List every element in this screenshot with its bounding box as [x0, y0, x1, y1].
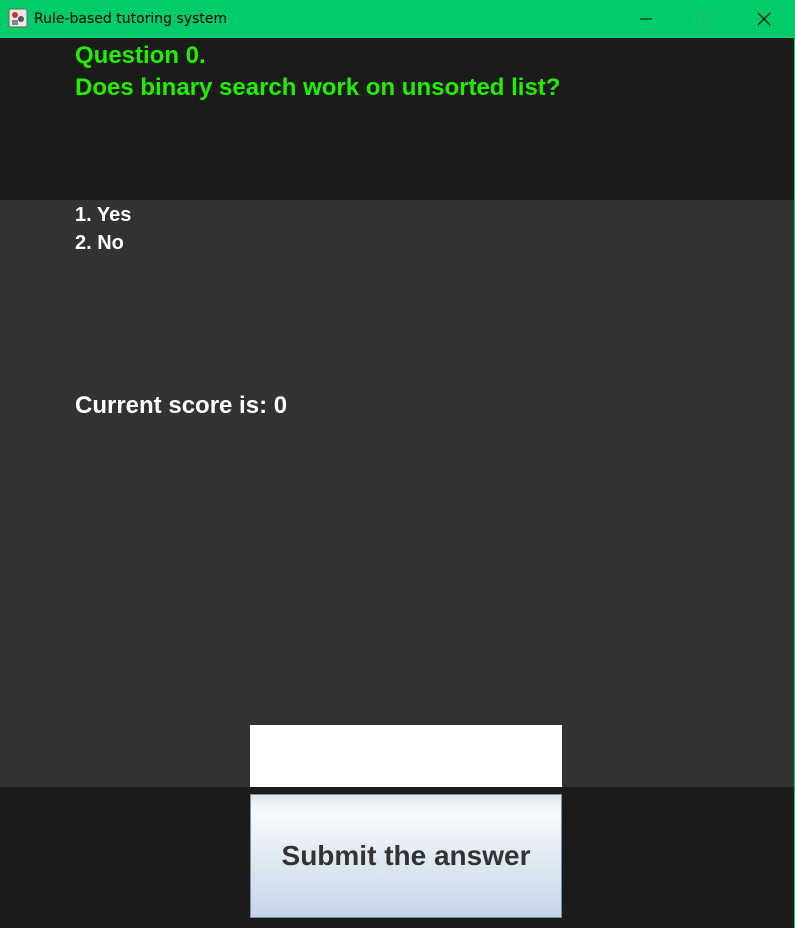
answer-option-yes: 1. Yes: [75, 204, 132, 226]
current-score: Current score is: 0: [75, 392, 288, 419]
bottom-panel: Submit the answer: [0, 787, 795, 928]
answers-panel: 1. Yes 2. No Current score is: 0: [0, 200, 795, 787]
question-panel: Question 0. Does binary search work on u…: [0, 38, 795, 200]
answer-input[interactable]: [250, 725, 562, 787]
minimize-button[interactable]: [617, 0, 675, 38]
minimize-icon: [640, 18, 652, 20]
app-window: Rule-based tutoring system Question 0. D…: [0, 0, 795, 928]
answer-option-no: 2. No: [75, 232, 124, 254]
app-icon: [8, 8, 28, 28]
question-number: Question 0.: [75, 42, 206, 69]
window-title: Rule-based tutoring system: [34, 11, 228, 27]
submit-answer-button[interactable]: Submit the answer: [250, 794, 562, 918]
close-button[interactable]: [735, 0, 793, 38]
question-text: Does binary search work on unsorted list…: [75, 74, 561, 101]
title-bar[interactable]: Rule-based tutoring system: [0, 0, 795, 38]
maximize-button[interactable]: [676, 0, 734, 38]
close-icon: [757, 12, 771, 26]
maximize-icon: [699, 13, 711, 25]
